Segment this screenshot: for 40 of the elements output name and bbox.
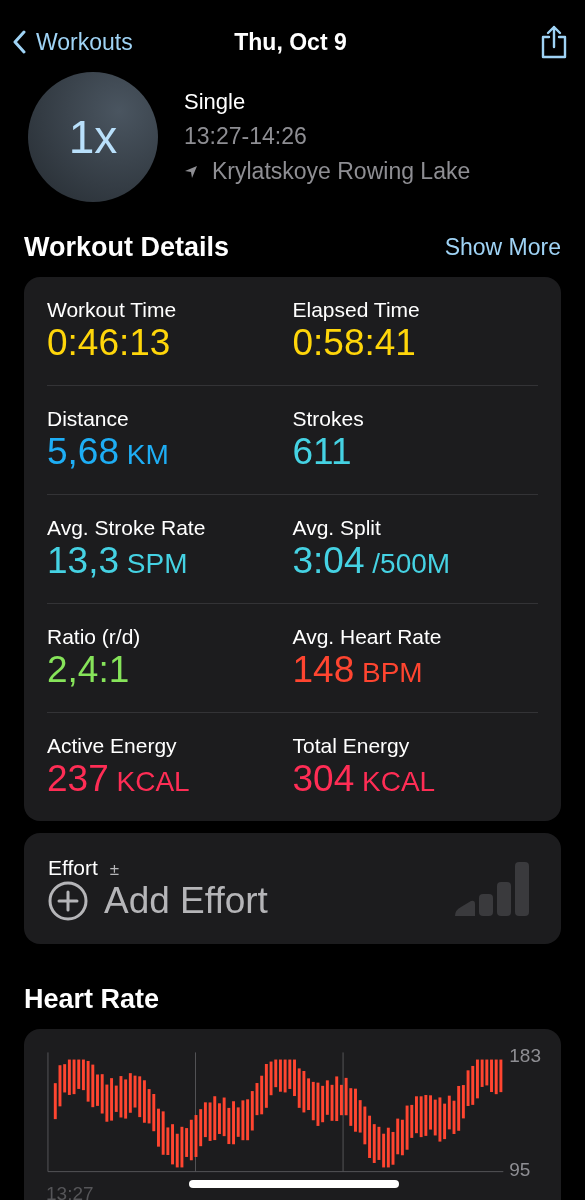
effort-card[interactable]: Effort ± Add Effort (24, 833, 561, 944)
workout-badge: 1x (28, 72, 158, 202)
metric-value: 13,3 SPM (47, 540, 189, 582)
axis-label: 183 (509, 1045, 541, 1067)
plus-minus-symbol: ± (109, 859, 120, 880)
effort-label: Effort (48, 855, 98, 880)
metric-value: 148 BPM (292, 649, 424, 691)
back-button[interactable]: Workouts (12, 28, 133, 56)
metric-label: Avg. Heart Rate (292, 625, 443, 649)
chevron-left-icon (12, 30, 26, 54)
workout-location: Krylatskoye Rowing Lake (212, 158, 471, 185)
metric-label: Workout Time (47, 298, 178, 322)
metric-label: Elapsed Time (292, 298, 421, 322)
metric-value: 0:46:13 (47, 322, 172, 364)
axis-label: 95 (509, 1159, 532, 1181)
workout-time: 13:27-14:26 (184, 123, 308, 150)
show-more-link[interactable]: Show More (444, 234, 561, 261)
metric-label: Avg. Stroke Rate (47, 516, 207, 540)
add-effort-label: Add Effort (104, 879, 268, 922)
metric-value: 611 (292, 431, 353, 473)
metric-label: Ratio (r/d) (47, 625, 142, 649)
metric-value: 3:04 /500M (292, 540, 452, 582)
metric-value: 5,68 KM (47, 431, 170, 473)
metric-label: Strokes (292, 407, 365, 431)
metric-value: 237 KCAL (47, 758, 191, 800)
section-title: Heart Rate (24, 984, 161, 1015)
add-circle-icon (48, 880, 88, 921)
axis-label: 13:27 (46, 1183, 94, 1200)
section-title: Workout Details (24, 232, 230, 263)
metric-value: 0:58:41 (292, 322, 417, 364)
metric-label: Total Energy (292, 734, 411, 758)
metric-value: 2,4:1 (47, 649, 131, 691)
location-arrow-icon (184, 164, 198, 179)
metric-value: 304 KCAL (292, 758, 437, 800)
share-icon[interactable] (539, 25, 569, 59)
metric-label: Active Energy (47, 734, 178, 758)
metric-label: Avg. Split (292, 516, 382, 540)
workout-name: Single (184, 89, 247, 115)
metric-label: Distance (47, 407, 130, 431)
nav-title: Thu, Oct 9 (234, 28, 347, 56)
